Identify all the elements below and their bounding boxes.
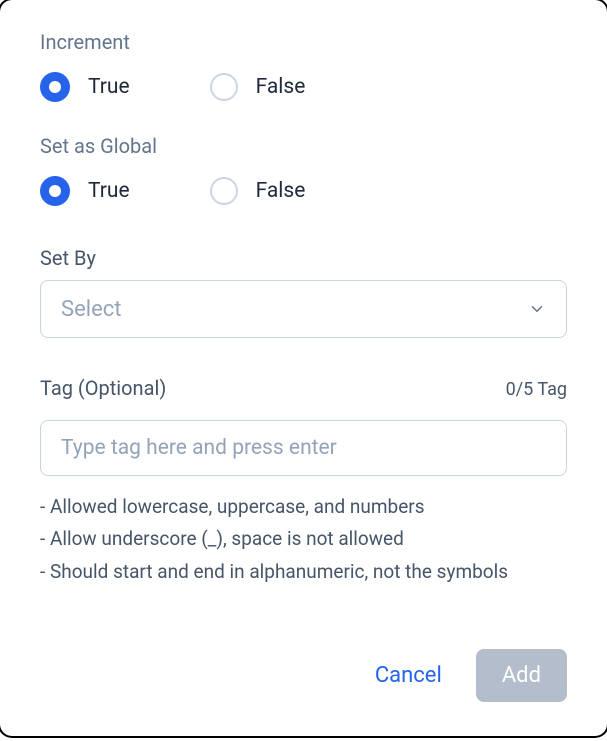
tag-input[interactable] [40,420,567,476]
chevron-down-icon [528,300,546,318]
increment-true-label: True [88,75,130,99]
global-group: Set as Global True False [40,134,567,206]
radio-selected-icon [40,72,70,102]
global-true-label: True [88,179,130,203]
setby-group: Set By Select [40,246,567,338]
global-radio-row: True False [40,176,567,206]
tag-count: 0/5 Tag [506,379,567,400]
tag-hints: - Allowed lowercase, uppercase, and numb… [40,492,567,587]
global-false-label: False [256,179,306,203]
setby-select[interactable]: Select [40,280,567,338]
increment-false-option[interactable]: False [210,72,306,102]
global-true-option[interactable]: True [40,176,130,206]
increment-false-label: False [256,75,306,99]
tag-hint-line: - Allow underscore (_), space is not all… [40,524,567,554]
cancel-button[interactable]: Cancel [371,655,446,696]
radio-unselected-icon [210,73,238,101]
form-footer: Cancel Add [371,649,567,702]
form-panel: Increment True False Set as Global True [0,0,607,736]
setby-label: Set By [40,246,567,270]
radio-unselected-icon [210,177,238,205]
increment-group: Increment True False [40,30,567,102]
tag-group: Tag (Optional) 0/5 Tag - Allowed lowerca… [40,376,567,587]
global-label: Set as Global [40,134,567,158]
global-false-option[interactable]: False [210,176,306,206]
increment-label: Increment [40,30,567,54]
tag-hint-line: - Allowed lowercase, uppercase, and numb… [40,492,567,522]
add-button[interactable]: Add [476,649,567,702]
increment-radio-row: True False [40,72,567,102]
setby-placeholder: Select [61,297,121,322]
tag-label: Tag (Optional) [40,376,166,400]
increment-true-option[interactable]: True [40,72,130,102]
tag-hint-line: - Should start and end in alphanumeric, … [40,557,567,587]
radio-selected-icon [40,176,70,206]
